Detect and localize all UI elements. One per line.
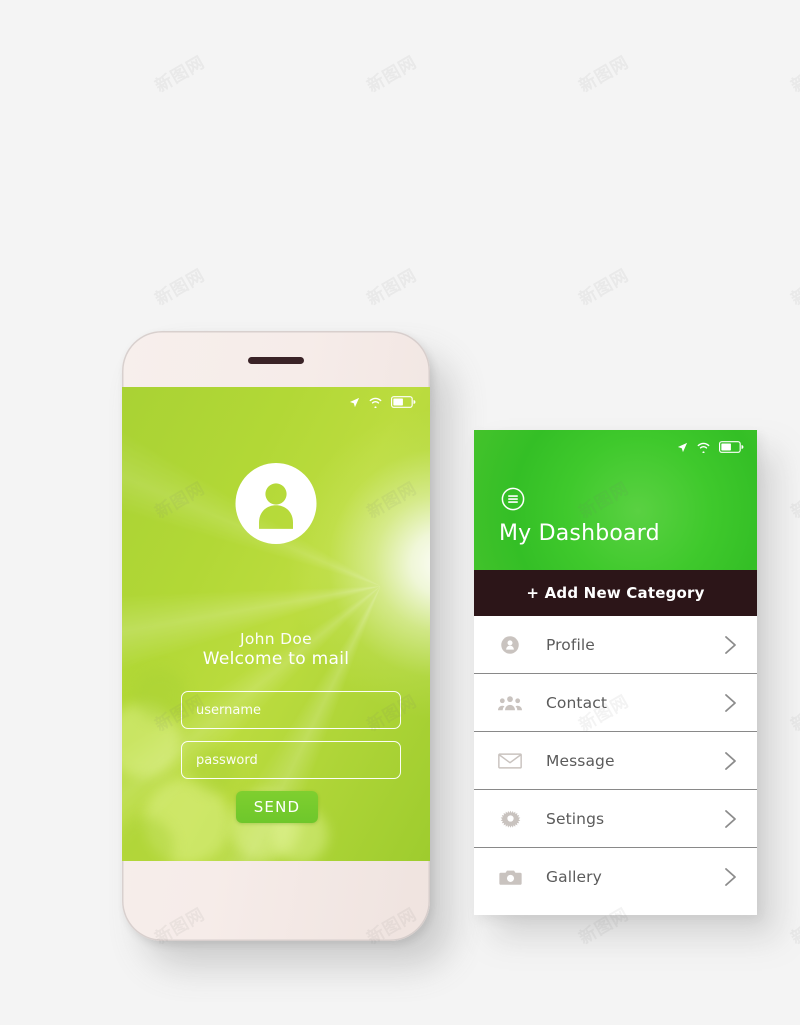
gear-icon: [496, 808, 524, 829]
battery-icon: [391, 396, 416, 408]
avatar: [235, 463, 317, 544]
phone-status-bar: [349, 396, 416, 408]
phone-screen: John Doe Welcome to mail SEND Remember P…: [122, 387, 430, 861]
menu-item-label: Setings: [546, 809, 605, 828]
hamburger-menu-icon[interactable]: [501, 487, 525, 511]
menu-item-contact[interactable]: Contact: [474, 674, 757, 732]
location-arrow-icon: [349, 397, 360, 408]
username-input[interactable]: [181, 691, 401, 729]
login-screen-content: John Doe Welcome to mail SEND Remember P…: [122, 387, 430, 861]
chevron-right-icon: [723, 809, 738, 829]
menu-item-label: Message: [546, 751, 615, 770]
battery-icon: [719, 440, 744, 458]
page-title: My Dashboard: [499, 521, 660, 546]
chevron-right-icon: [723, 693, 738, 713]
chevron-right-icon: [723, 635, 738, 655]
user-circle-icon: [496, 635, 524, 655]
welcome-text: Welcome to mail: [202, 648, 350, 669]
dashboard-panel: My Dashboard + Add New Category Profile: [474, 430, 757, 915]
chevron-right-icon: [723, 867, 738, 887]
phone-device: John Doe Welcome to mail SEND Remember P…: [122, 331, 430, 941]
menu-item-profile[interactable]: Profile: [474, 616, 757, 674]
dashboard-status-bar: [677, 440, 744, 458]
wifi-icon: [369, 397, 382, 408]
menu-item-label: Contact: [546, 693, 608, 712]
menu-item-label: Gallery: [546, 867, 602, 886]
send-button[interactable]: SEND: [236, 791, 318, 823]
menu-item-message[interactable]: Message: [474, 732, 757, 790]
envelope-icon: [496, 752, 524, 770]
menu-item-gallery[interactable]: Gallery: [474, 848, 757, 905]
dashboard-header: My Dashboard: [474, 430, 757, 570]
wifi-icon: [697, 440, 710, 458]
mockup-stage: John Doe Welcome to mail SEND Remember P…: [0, 0, 800, 1025]
menu-item-label: Profile: [546, 635, 595, 654]
user-name: John Doe: [240, 630, 312, 648]
people-group-icon: [496, 694, 524, 712]
camera-icon: [496, 868, 524, 886]
location-arrow-icon: [677, 440, 688, 458]
login-headings: John Doe Welcome to mail: [122, 630, 430, 670]
password-input[interactable]: [181, 741, 401, 779]
add-new-category-button[interactable]: + Add New Category: [474, 570, 757, 616]
chevron-right-icon: [723, 751, 738, 771]
phone-speaker: [248, 357, 304, 364]
menu-item-setings[interactable]: Setings: [474, 790, 757, 848]
